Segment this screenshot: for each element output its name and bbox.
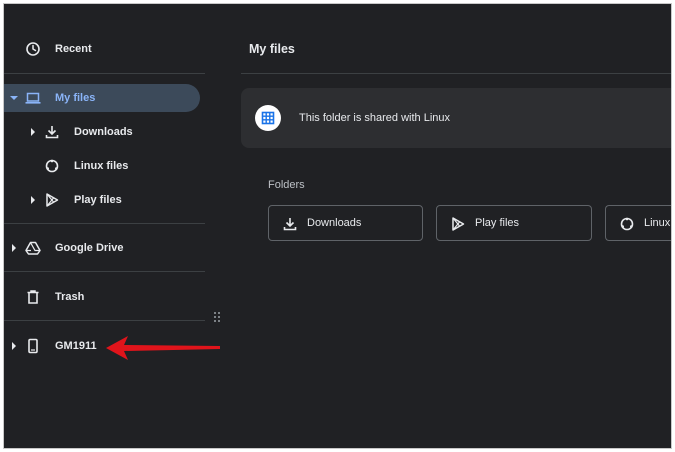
sidebar-item-label: Play files (74, 194, 122, 206)
sidebar-item-google-drive[interactable]: Google Drive (4, 234, 204, 262)
download-icon (283, 218, 297, 231)
trash-icon (27, 290, 39, 304)
sidebar-item-my-files[interactable]: My files (4, 84, 200, 112)
files-app-window: Recent My files Downloads Linux files Pl… (3, 3, 672, 449)
play-store-icon (46, 193, 59, 207)
sidebar-item-label: Google Drive (55, 242, 124, 254)
sidebar-item-label: Trash (55, 291, 85, 303)
chevron-right-icon[interactable] (12, 342, 16, 350)
sidebar-item-recent[interactable]: Recent (4, 35, 204, 63)
linux-icon (45, 159, 59, 173)
shared-grid-icon (255, 105, 281, 131)
clock-icon (26, 42, 40, 56)
sidebar: Recent My files Downloads Linux files Pl… (4, 4, 220, 448)
sidebar-item-label: My files (55, 92, 96, 104)
sidebar-item-linux-files[interactable]: Linux files (4, 152, 204, 180)
laptop-icon (25, 92, 41, 104)
sidebar-item-label: Linux files (74, 160, 129, 172)
folder-card-linux-files[interactable]: Linux files (605, 205, 671, 241)
page-title: My files (249, 42, 295, 56)
download-icon (45, 126, 59, 139)
header-divider (241, 73, 671, 74)
play-store-icon (452, 217, 465, 231)
sidebar-divider (4, 320, 205, 321)
sidebar-item-trash[interactable]: Trash (4, 283, 204, 311)
red-arrow-annotation-icon (106, 336, 220, 360)
sidebar-item-downloads[interactable]: Downloads (4, 118, 204, 146)
sidebar-item-label: Recent (55, 43, 92, 55)
sidebar-divider (4, 271, 205, 272)
sidebar-item-label: GM1911 (55, 340, 97, 352)
chevron-right-icon[interactable] (12, 244, 16, 252)
folder-card-label: Downloads (307, 217, 362, 229)
folders-heading: Folders (268, 179, 305, 191)
folder-card-label: Linux files (644, 217, 671, 229)
sidebar-divider (4, 73, 205, 74)
folder-card-downloads[interactable]: Downloads (268, 205, 423, 241)
resize-handle[interactable] (214, 312, 222, 326)
linux-icon (620, 217, 634, 231)
sidebar-item-play-files[interactable]: Play files (4, 186, 204, 214)
banner-text: This folder is shared with Linux (299, 112, 451, 124)
chevron-right-icon[interactable] (31, 196, 35, 204)
folder-card-label: Play files (475, 217, 520, 229)
phone-icon (28, 338, 38, 354)
linux-shared-banner: This folder is shared with Linux (241, 88, 671, 148)
sidebar-item-label: Downloads (74, 126, 133, 138)
folder-card-play-files[interactable]: Play files (436, 205, 592, 241)
sidebar-divider (4, 223, 205, 224)
google-drive-icon (25, 241, 41, 255)
main-content: My files This folder is shared with Linu… (241, 4, 671, 448)
chevron-down-icon[interactable] (10, 96, 18, 100)
chevron-right-icon[interactable] (31, 128, 35, 136)
